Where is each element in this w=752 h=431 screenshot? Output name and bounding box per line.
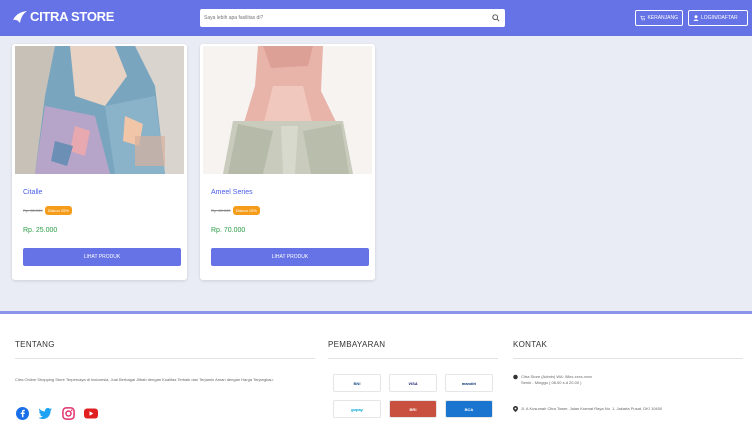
search-box: [200, 9, 505, 27]
login-button[interactable]: LOGIN/DAFTAR: [688, 10, 748, 26]
bca-logo: BCA: [445, 400, 493, 418]
footer: TENTANG Citra Online Shopping Store Terp…: [0, 314, 752, 431]
social-links: [15, 406, 98, 420]
contact-phone-row: Citra Store (Admin) WA: 08xx-xxxx-xxxx S…: [513, 374, 592, 386]
cart-label: KERANJANG: [647, 15, 678, 21]
bni-logo: BNI: [333, 374, 381, 392]
facebook-icon: [15, 406, 29, 420]
facebook-link[interactable]: [15, 406, 29, 420]
contact-address-row: Jl. A Kusumah Citra Tower, Jalan Kramat …: [513, 406, 662, 412]
search-input[interactable]: [204, 11, 484, 25]
product-promo: Rp. 60.000 Diskon 15%: [211, 206, 260, 215]
discount-badge: Diskon 25%: [44, 206, 72, 215]
visa-logo: VISA: [389, 374, 437, 392]
location-pin-icon: [513, 406, 518, 412]
discount-badge: Diskon 15%: [232, 206, 260, 215]
product-price: Rp. 25.000: [23, 227, 58, 234]
brand-name: CITRA STORE: [30, 9, 115, 24]
about-divider: [15, 358, 315, 359]
product-card[interactable]: Ameel Series Rp. 60.000 Diskon 15% Rp. 7…: [200, 44, 375, 280]
instagram-icon: [61, 406, 75, 420]
instagram-link[interactable]: [61, 406, 75, 420]
youtube-icon: [84, 408, 98, 418]
old-price: Rp. 60.000: [211, 208, 231, 213]
view-product-button[interactable]: LIHAT PRODUK: [23, 248, 181, 266]
old-price: Rp. 65.000: [23, 208, 43, 213]
product-price: Rp. 70.000: [211, 227, 246, 234]
twitter-icon: [38, 407, 52, 419]
navbar: CITRA STORE KERANJANG LOGIN/DAFTAR: [0, 0, 752, 36]
brand-icon: [13, 10, 27, 23]
product-name[interactable]: Ameel Series: [211, 189, 253, 196]
login-label: LOGIN/DAFTAR: [701, 15, 738, 21]
payment-divider: [328, 358, 498, 359]
product-promo: Rp. 65.000 Diskon 25%: [23, 206, 72, 215]
product-image[interactable]: [15, 46, 184, 174]
contact-divider: [513, 358, 743, 359]
product-image[interactable]: [203, 46, 372, 174]
gopay-logo: gopay: [333, 400, 381, 418]
contact-address: Jl. A Kusumah Citra Tower, Jalan Kramat …: [521, 406, 663, 411]
youtube-link[interactable]: [84, 406, 98, 420]
contact-title: KONTAK: [513, 340, 548, 349]
payment-title: PEMBAYARAN: [328, 340, 386, 349]
brand-logo[interactable]: CITRA STORE: [12, 9, 114, 24]
user-icon: [693, 15, 699, 21]
bri-logo: BRI: [389, 400, 437, 418]
search-button[interactable]: [490, 12, 502, 24]
view-product-button[interactable]: LIHAT PRODUK: [211, 248, 369, 266]
product-card[interactable]: Citalle Rp. 65.000 Diskon 25% Rp. 25.000…: [12, 44, 187, 280]
cart-button[interactable]: KERANJANG: [635, 10, 683, 26]
whatsapp-icon: [513, 374, 518, 380]
mandiri-logo: mandiri: [445, 374, 493, 392]
contact-hours: Senin - Minggu ( 08.00 s.d 20.00 ): [521, 380, 582, 385]
about-text: Citra Online Shopping Store Terpercaya d…: [15, 377, 274, 382]
twitter-link[interactable]: [38, 406, 52, 420]
about-title: TENTANG: [15, 340, 55, 349]
search-icon: [492, 14, 500, 22]
cart-icon: [640, 15, 646, 21]
product-name[interactable]: Citalle: [23, 189, 42, 196]
